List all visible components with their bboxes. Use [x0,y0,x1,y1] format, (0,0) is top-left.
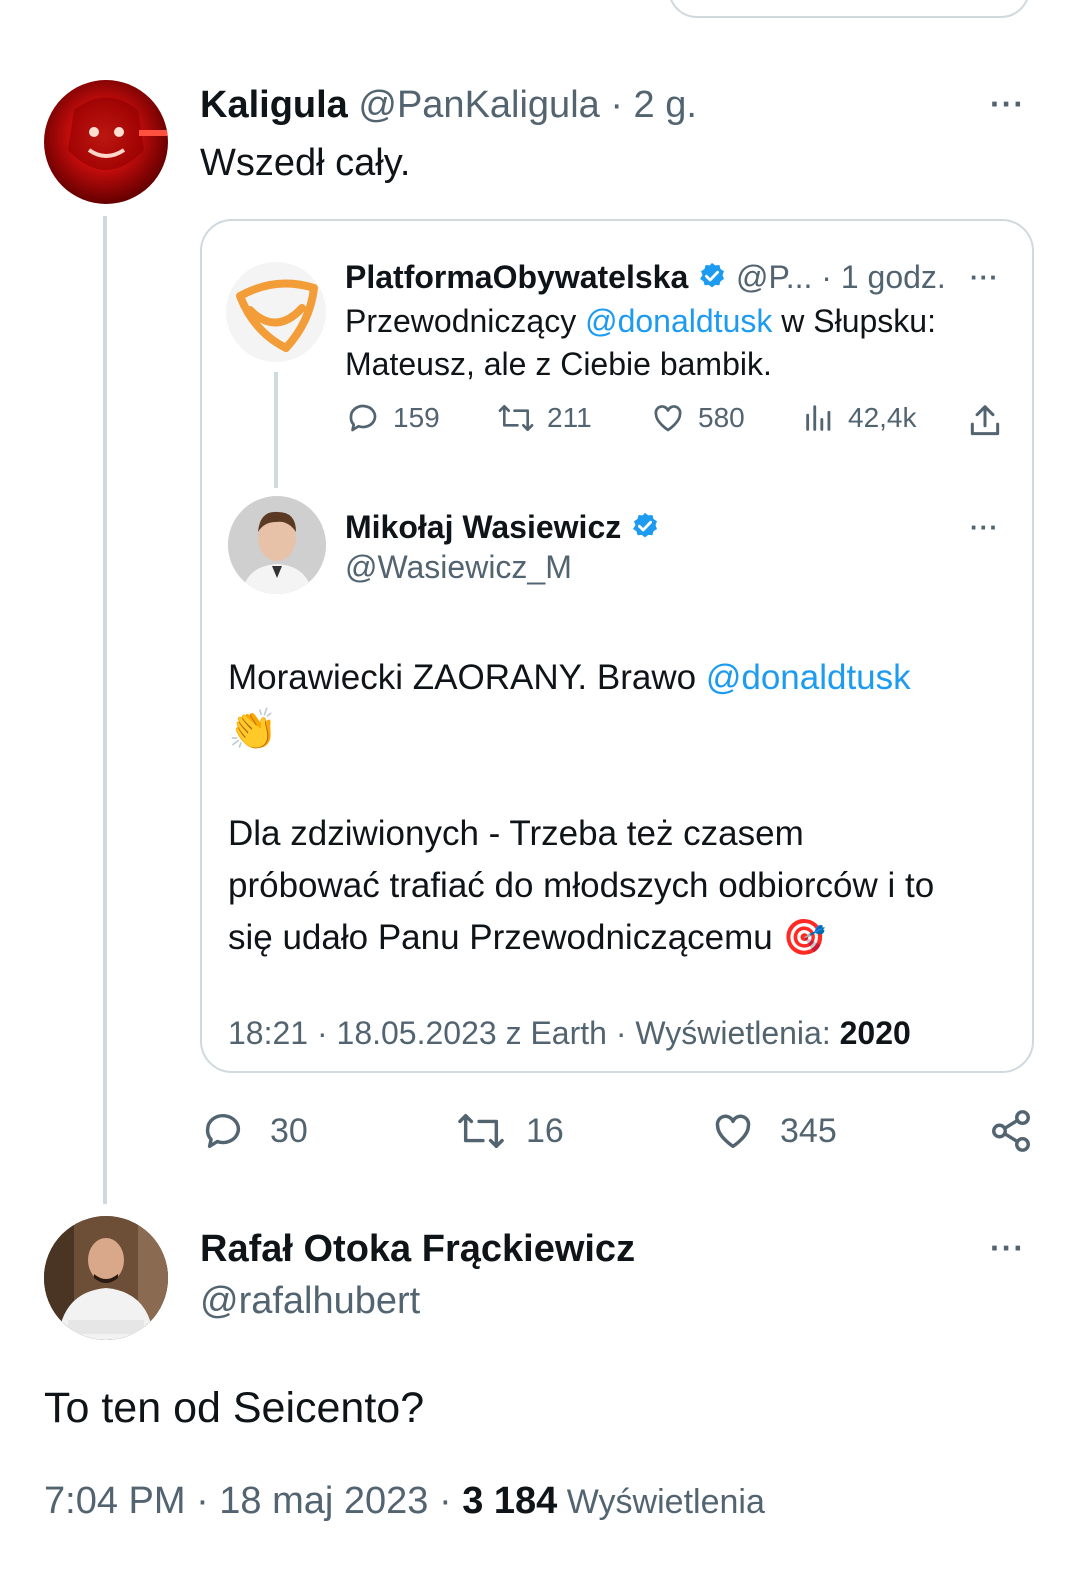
mention-link[interactable]: @donaldtusk [706,658,911,697]
retweet-count: 211 [547,402,592,433]
heart-icon [654,405,682,432]
reply-views-label: Wyświetlenia [557,1483,765,1521]
text-segment: Morawiecki ZAORANY. Brawo [228,658,706,697]
retweet-icon [498,404,534,432]
reply-count: 159 [393,402,440,433]
quote-views-stat[interactable]: 42,4k [802,400,917,436]
reply-icon [205,1114,241,1149]
quote-more-icon[interactable]: ··· [970,262,999,293]
quote-retweet-stat[interactable]: 211 [497,400,592,436]
share-icon[interactable] [966,402,1004,445]
reply-count: 30 [270,1111,308,1150]
rafal-name[interactable]: Rafał Otoka Frąckiewicz [200,1226,635,1272]
footer-meta: 18:21 · 18.05.2023 z Earth · Wyświetleni… [228,1015,840,1051]
quote-reply-text: Morawiecki ZAORANY. Brawo @donaldtusk 👏 … [228,652,934,964]
like-action[interactable]: 345 [710,1108,837,1154]
rafal-handle[interactable]: @rafalhubert [200,1278,420,1324]
text-line: Dla zdziwionych - Trzeba też czasem [228,814,804,853]
wasiewicz-handle[interactable]: @Wasiewicz_M [345,546,572,588]
verified-badge-icon [630,509,660,551]
tweet-text: Wszedł cały. [200,142,411,184]
views-icon [806,405,831,431]
author-name[interactable]: Kaligula [200,84,348,126]
reply-icon [349,404,377,432]
rafal-avatar[interactable] [44,1216,168,1340]
quote-reply-header: Mikołaj Wasiewicz [345,506,660,551]
reply-footer: 7:04 PM · 18 maj 2023 · 3 184 Wyświetlen… [44,1476,765,1527]
share-icon[interactable] [988,1108,1034,1159]
author-meta[interactable]: @PanKaligula · 2 g. [358,84,697,126]
text-segment: Przewodniczący [345,303,586,339]
kaligula-avatar[interactable] [44,80,168,204]
quote-reply-stat[interactable]: 159 [345,400,440,436]
reply-time[interactable]: 7:04 PM · 18 maj 2023 · [44,1480,462,1522]
thread-line [103,216,107,1204]
reply-text: To ten od Seicento? [44,1384,425,1432]
reply-views-count: 3 184 [462,1480,558,1522]
quote-thread-line [274,372,278,488]
wasiewicz-name[interactable]: Mikołaj Wasiewicz [345,509,621,545]
retweet-icon [458,1113,504,1149]
text-line: próbować trafiać do młodszych odbiorców … [228,866,935,905]
retweet-count: 16 [526,1111,564,1150]
quote-original-text: Przewodniczący @donaldtusk w Słupsku: Ma… [345,300,936,386]
main-tweet-header: Kaligula @PanKaligula · 2 g. [200,82,697,128]
clap-emoji: 👏 [228,708,278,752]
top-pill-button[interactable] [668,0,1030,18]
text-segment: w Słupsku: [772,303,936,339]
heart-icon [715,1114,751,1149]
retweet-action[interactable]: 16 [456,1108,564,1154]
more-icon[interactable]: ··· [990,86,1025,123]
text-line: się udało Panu Przewodniczącemu [228,918,773,957]
quote-original-header: PlatformaObywatelska @P... · 1 godz. [345,256,946,301]
reply-more-icon[interactable]: ··· [990,1230,1025,1267]
quote-like-stat[interactable]: 580 [650,400,745,436]
wasiewicz-avatar[interactable] [228,496,326,594]
quote-reply-more-icon[interactable]: ··· [970,512,999,543]
like-count: 345 [780,1111,837,1150]
platforma-name[interactable]: PlatformaObywatelska [345,259,688,295]
mention-link[interactable]: @donaldtusk [585,303,772,339]
target-emoji: 🎯 [782,918,827,957]
views-count: 42,4k [848,402,917,433]
like-count: 580 [698,402,745,433]
quote-footer: 18:21 · 18.05.2023 z Earth · Wyświetleni… [228,1012,911,1054]
platforma-avatar[interactable] [226,262,326,362]
text-line: Mateusz, ale z Ciebie bambik. [345,346,772,382]
reply-action[interactable]: 30 [200,1108,308,1154]
platforma-meta[interactable]: @P... · 1 godz. [736,259,946,295]
footer-views: 2020 [839,1015,911,1051]
verified-badge-icon [697,259,727,301]
